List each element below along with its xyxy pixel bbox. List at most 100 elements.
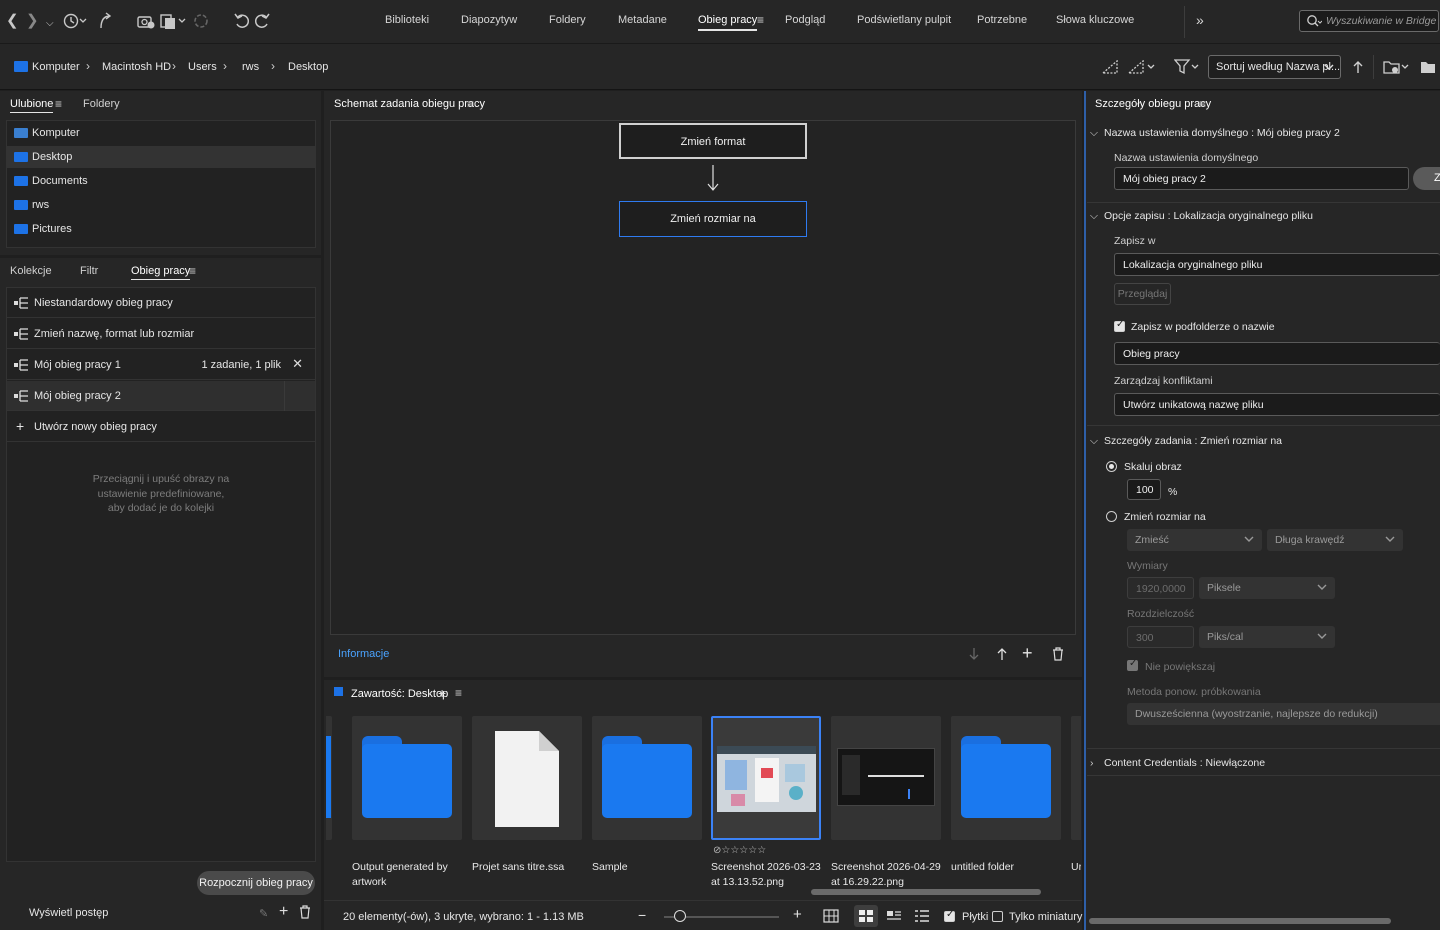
favorite-item-desktop[interactable]: Desktop [7,146,315,168]
panel-menu-icon[interactable]: ≡ [189,264,196,278]
edit-icon[interactable]: ✎ [259,907,268,920]
search-input[interactable]: Wyszukiwanie w Bridge [1299,10,1439,32]
save-preset-button[interactable]: Z [1413,167,1440,190]
section-save-options[interactable]: ⌵ Opcje zapisu : Lokalizacja oryginalnego… [1090,210,1313,223]
tab-essentials[interactable]: Potrzebne [977,14,1027,26]
quality-icon[interactable] [1102,60,1118,74]
workflow-item-rename-format[interactable]: Zmień nazwę, format lub rozmiar [7,319,315,349]
more-workspaces-icon[interactable]: » [1196,12,1204,28]
refine-icon[interactable] [160,12,188,30]
open-recent-folder-icon[interactable] [1383,59,1411,75]
favorite-item-documents[interactable]: Documents [7,170,315,192]
section-task-details[interactable]: ⌵ Szczegóły zadania : Zmień rozmiar na [1090,435,1282,448]
zoom-in-icon[interactable]: + [793,906,802,923]
tab-workflow-panel[interactable]: Obieg pracy [131,265,191,280]
create-workflow-button[interactable]: + Utwórz nowy obieg pracy [7,412,315,442]
workflow-item-custom[interactable]: Niestandardowy obieg pracy [7,288,315,318]
trash-icon[interactable] [1052,647,1064,661]
recent-files-icon[interactable] [63,12,87,30]
resolution-unit-select[interactable]: Piks/cal [1199,626,1335,648]
tab-metadata[interactable]: Metadane [618,14,667,26]
move-down-icon[interactable] [969,647,979,661]
move-up-icon[interactable] [997,647,1007,661]
scale-input[interactable]: 100 [1127,479,1161,500]
list-view-icon[interactable] [915,910,929,922]
details-title[interactable]: Szczegóły obiegu pracy [1095,98,1211,110]
info-link[interactable]: Informacje [338,648,389,660]
dimensions-input[interactable]: 1920,0000 [1127,577,1194,599]
add-step-icon[interactable]: + [1022,643,1033,664]
return-icon[interactable] [98,12,112,30]
tab-light-table[interactable]: Podświetlany pulpit [857,14,951,26]
rating-filter-icon[interactable] [1128,60,1158,74]
tab-libraries[interactable]: Biblioteki [385,14,429,26]
breadcrumb-desktop[interactable]: Desktop [288,61,328,73]
details-scrollbar[interactable] [1089,918,1391,924]
save-in-select[interactable]: Lokalizacja oryginalnego pliku [1114,253,1440,276]
back-icon[interactable]: ❮ [6,12,19,30]
tab-folders-panel[interactable]: Foldery [83,98,120,110]
tab-favorites[interactable]: Ulubione [10,98,54,113]
resolution-input[interactable]: 300 [1127,626,1194,648]
tab-preview[interactable]: Podgląd [785,14,825,26]
conflicts-select[interactable]: Utwórz unikatową nazwę pliku [1114,393,1440,416]
new-folder-icon[interactable] [1420,59,1436,75]
start-workflow-button[interactable]: Rozpocznij obieg pracy [197,871,315,895]
favorite-item-computer[interactable]: Komputer [7,122,315,144]
add-icon[interactable]: + [279,903,288,921]
scale-image-radio[interactable] [1106,461,1117,472]
breadcrumb-macintosh-hd[interactable]: Macintosh HD [102,61,171,73]
panel-menu-icon[interactable]: ≡ [55,97,62,111]
breadcrumb-rws[interactable]: rws [242,61,259,73]
chevron-down-icon[interactable]: ⌵ [46,15,54,33]
camera-download-icon[interactable] [137,12,155,30]
view-thumbnails-button[interactable] [854,905,878,927]
zoom-out-icon[interactable]: − [638,907,646,923]
step-change-format[interactable]: Zmień format [619,123,807,159]
sort-ascending-icon[interactable] [1352,59,1364,75]
trash-icon[interactable] [299,905,311,919]
tab-folders[interactable]: Foldery [549,14,586,26]
rotate-left-icon[interactable] [234,12,250,30]
edge-select[interactable]: Długa krawędź [1267,529,1403,551]
tab-workflow[interactable]: Obieg pracy [698,14,758,31]
thumbnail-item[interactable] [951,716,1061,840]
sync-icon[interactable] [193,12,209,30]
thumbnail-item-selected[interactable] [711,716,821,840]
thumbnail-item[interactable] [352,716,462,840]
resize-to-radio[interactable] [1106,511,1117,522]
rotate-right-icon[interactable] [254,12,270,30]
tiles-checkbox[interactable]: ✓ [944,909,955,922]
sort-select[interactable]: Sortuj według Nazwa pl... [1208,55,1341,79]
details-view-icon[interactable] [887,910,901,922]
favorite-item-rws[interactable]: rws [7,194,315,216]
forward-icon[interactable]: ❯ [26,12,39,30]
step-resize[interactable]: Zmień rozmiar na [619,201,807,237]
schema-title[interactable]: Schemat zadania obiegu pracy [334,98,485,112]
thumbnail-item[interactable] [472,716,582,840]
workspace-menu-icon[interactable]: ≡ [757,13,764,27]
no-enlarge-checkbox[interactable]: ✓ [1127,658,1138,671]
content-scrollbar[interactable] [811,889,1041,895]
tab-filmstrip[interactable]: Diapozytyw [461,14,517,26]
workflow-item-my-workflow-2[interactable]: Mój obieg pracy 2 [7,381,315,411]
tab-filter[interactable]: Filtr [80,265,98,277]
breadcrumb-computer[interactable]: Komputer [14,60,80,73]
grid-lock-icon[interactable] [823,909,839,923]
preset-name-input[interactable]: Mój obieg pracy 2 [1114,167,1409,190]
subfolder-checkbox[interactable]: ✓ [1114,319,1125,332]
fit-select[interactable]: Zmieść [1127,529,1262,551]
dimensions-unit-select[interactable]: Piksele [1199,577,1335,599]
panel-menu-icon[interactable]: ≡ [1199,97,1206,111]
resample-select[interactable]: Dwusześcienna (wyostrzanie, najlepsze do… [1127,703,1440,725]
thumbnail-item[interactable] [831,716,941,840]
show-progress-link[interactable]: Wyświetl postęp [29,907,108,919]
section-content-credentials[interactable]: › Content Credentials : Niewłączone [1090,757,1265,769]
favorite-item-pictures[interactable]: Pictures [7,218,315,240]
add-tab-icon[interactable]: + [438,685,446,701]
tab-collections[interactable]: Kolekcje [10,265,52,277]
rating-stars[interactable]: ⊘☆☆☆☆☆ [713,845,766,856]
zoom-slider-thumb[interactable] [674,910,687,922]
panel-menu-icon[interactable]: ≡ [467,97,474,111]
thumbnail-partial[interactable] [326,716,332,840]
